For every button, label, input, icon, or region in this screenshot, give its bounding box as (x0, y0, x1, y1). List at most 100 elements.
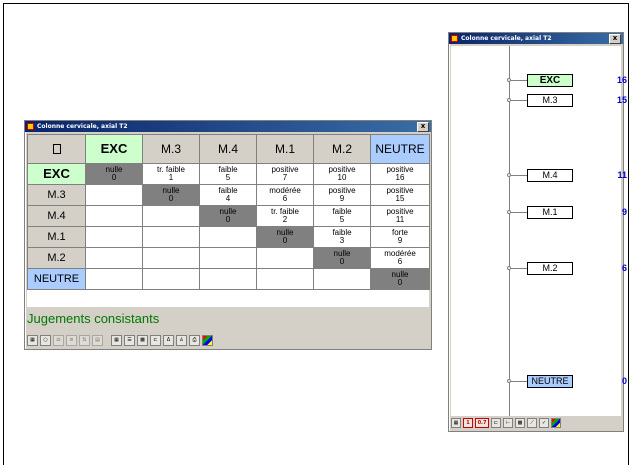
scale-label[interactable]: NEUTRE (527, 375, 573, 388)
col-header-m2[interactable]: M.2 (313, 134, 371, 164)
col-header-m1[interactable]: M.1 (256, 134, 314, 164)
app-icon[interactable] (451, 35, 458, 42)
matrix-cell[interactable]: nulle 0 (199, 205, 257, 227)
matrix-cell[interactable]: nulle 0 (85, 163, 143, 185)
close-button[interactable]: x (417, 122, 429, 132)
chart-icon[interactable]: ▤ (92, 334, 103, 346)
matrix-cell-empty[interactable] (199, 226, 257, 248)
grid-icon[interactable]: ▩ (137, 334, 148, 346)
cell-value: 4 (225, 194, 231, 203)
matrix-cell[interactable]: faible 3 (313, 226, 371, 248)
matrix-cell-empty[interactable] (199, 268, 257, 290)
check-icon[interactable]: ✓ (539, 417, 549, 428)
color-palette-icon[interactable] (202, 334, 213, 346)
scale-label[interactable]: M.2 (527, 262, 573, 275)
col-header-exc[interactable]: EXC (85, 134, 143, 164)
slope-icon[interactable]: ⟋ (527, 417, 537, 428)
matrix-cell[interactable]: positive 7 (256, 163, 314, 185)
scale-icon[interactable]: ≡ (66, 334, 77, 346)
scale-score: 11 (617, 170, 627, 180)
app-icon[interactable] (27, 123, 34, 130)
close-button[interactable]: x (609, 34, 621, 44)
row-header-m3[interactable]: M.3 (27, 184, 86, 206)
scale-label[interactable]: M.1 (527, 206, 573, 219)
print-icon[interactable]: ⎙ (189, 334, 200, 346)
matrix-cell[interactable]: nulle 0 (370, 268, 430, 290)
matrix-cell-empty[interactable] (85, 247, 143, 269)
row-header-m4[interactable]: M.4 (27, 205, 86, 227)
row-header-neutre[interactable]: NEUTRE (27, 268, 86, 290)
scale-label[interactable]: EXC (527, 74, 573, 87)
matrix-icon[interactable]: ▦ (451, 417, 461, 428)
table-icon[interactable]: ▦ (111, 334, 122, 346)
row-header-m1[interactable]: M.1 (27, 226, 86, 248)
matrix-cell[interactable]: positive 15 (370, 184, 430, 206)
scale-window-title: Colonne cervicale, axial T2 (461, 35, 552, 42)
diff-icon[interactable]: Δ (163, 334, 174, 346)
matrix-cell-empty[interactable] (85, 205, 143, 227)
scale-window-titlebar[interactable]: Colonne cervicale, axial T2 x (449, 33, 623, 44)
cell-value: 0 (397, 278, 403, 287)
person-icon[interactable]: ♙ (176, 334, 187, 346)
matrix-row: M.4 nulle 0 tr. faible 2 faible 5 positive 1… (27, 205, 430, 227)
matrix-window-titlebar[interactable]: Colonne cervicale, axial T2 x (25, 121, 431, 132)
matrix-cell-empty[interactable] (142, 268, 200, 290)
matrix-cell[interactable]: positive 16 (370, 163, 430, 185)
matrix-cell[interactable]: faible 5 (313, 205, 371, 227)
cell-value: 6 (397, 257, 403, 266)
matrix-cell[interactable]: modérée 6 (370, 247, 430, 269)
matrix-cell-empty[interactable] (85, 184, 143, 206)
matrix-cell[interactable]: tr. faible 1 (142, 163, 200, 185)
matrix-cell[interactable]: nulle 0 (256, 226, 314, 248)
matrix-cell-empty[interactable] (142, 247, 200, 269)
matrix-cell-empty[interactable] (313, 268, 371, 290)
matrix-cell[interactable]: positive 11 (370, 205, 430, 227)
matrix-cell[interactable]: tr. faible 2 (256, 205, 314, 227)
bracket-icon[interactable]: ⊏ (150, 334, 161, 346)
cell-value: 0 (282, 236, 288, 245)
scale-score: 16 (616, 75, 627, 85)
scale-label[interactable]: M.3 (527, 94, 573, 107)
matrix-corner[interactable] (27, 134, 86, 164)
cell-value: 5 (339, 215, 345, 224)
matrix-cell[interactable]: faible 4 (199, 184, 257, 206)
axis-icon[interactable]: ⊢ (503, 417, 513, 428)
matrix-cell[interactable]: forte 9 (370, 226, 430, 248)
matrix-cell-empty[interactable] (256, 268, 314, 290)
matrix-cell[interactable]: faible 5 (199, 163, 257, 185)
matrix-window-title: Colonne cervicale, axial T2 (37, 123, 128, 130)
cell-value: 16 (395, 173, 405, 182)
cell-value: 2 (282, 215, 288, 224)
sort-icon[interactable]: ⇅ (79, 334, 90, 346)
bracket-icon[interactable]: ⊏ (491, 417, 501, 428)
color-palette-icon[interactable] (551, 417, 561, 428)
scale-one-button[interactable]: 1 (463, 417, 473, 428)
row-header-exc[interactable]: EXC (27, 163, 86, 185)
matrix-cell-empty[interactable] (199, 247, 257, 269)
cell-value: 5 (225, 173, 231, 182)
col-header-m4[interactable]: M.4 (199, 134, 257, 164)
matrix-icon[interactable]: ▦ (27, 334, 38, 346)
list-icon[interactable]: ☰ (124, 334, 135, 346)
matrix-cell[interactable]: nulle 0 (142, 184, 200, 206)
scale-label[interactable]: M.4 (527, 169, 573, 182)
lens-icon[interactable]: ○ (40, 334, 51, 346)
matrix-cell-empty[interactable] (142, 205, 200, 227)
row-header-m2[interactable]: M.2 (27, 247, 86, 269)
grid-icon[interactable]: ▩ (515, 417, 525, 428)
matrix-cell[interactable]: modérée 6 (256, 184, 314, 206)
col-header-m3[interactable]: M.3 (142, 134, 200, 164)
matrix-cell-empty[interactable] (85, 268, 143, 290)
weight-icon[interactable]: ⚖ (53, 334, 64, 346)
matrix-cell-empty[interactable] (256, 247, 314, 269)
matrix-cell[interactable]: positive 9 (313, 184, 371, 206)
matrix-grid: EXC M.3 M.4 M.1 M.2 NEUTRE EXC nulle 0 tr… (27, 134, 430, 307)
scale-ratio-button[interactable]: 0.7 (475, 417, 489, 428)
matrix-cell[interactable]: nulle 0 (313, 247, 371, 269)
scale-score: 15 (616, 95, 627, 105)
matrix-cell-empty[interactable] (85, 226, 143, 248)
col-header-neutre[interactable]: NEUTRE (370, 134, 430, 164)
matrix-cell[interactable]: positive 10 (313, 163, 371, 185)
cell-value: 0 (339, 257, 345, 266)
matrix-cell-empty[interactable] (142, 226, 200, 248)
